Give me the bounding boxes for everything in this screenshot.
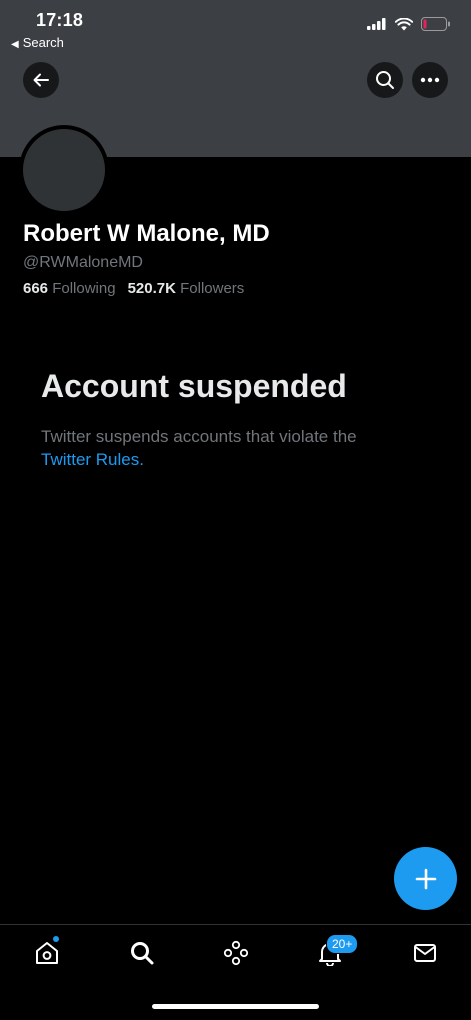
suspended-message: Twitter suspends accounts that violate t… <box>41 425 441 471</box>
wifi-icon <box>395 17 413 30</box>
search-icon <box>376 71 394 89</box>
back-button[interactable] <box>23 62 59 98</box>
compose-plus-icon <box>415 868 436 889</box>
tab-spaces[interactable] <box>221 938 251 968</box>
home-indicator <box>152 1004 319 1009</box>
profile-name: Robert W Malone, MD <box>23 220 270 247</box>
explore-search-icon <box>131 942 154 965</box>
status-icons <box>367 17 451 31</box>
compose-tweet-button[interactable] <box>394 847 457 910</box>
suspended-text: Twitter suspends accounts that violate t… <box>41 427 357 446</box>
search-button[interactable] <box>367 62 403 98</box>
tab-explore[interactable] <box>127 938 157 968</box>
tab-home[interactable] <box>32 936 62 968</box>
following-label: Following <box>52 280 116 297</box>
following-link[interactable]: 666 Following <box>23 280 116 297</box>
back-arrow-icon <box>33 73 49 87</box>
back-triangle-icon: ◀ <box>11 39 19 50</box>
profile-handle: @RWMaloneMD <box>23 254 143 271</box>
notifications-badge: 20+ <box>326 934 359 954</box>
more-icon <box>420 77 440 83</box>
avatar[interactable] <box>19 125 109 215</box>
mail-icon <box>414 944 436 962</box>
home-icon <box>36 942 58 964</box>
tab-messages[interactable] <box>410 938 440 968</box>
cellular-signal-icon <box>367 18 386 30</box>
back-to-search-label: Search <box>22 35 64 50</box>
more-options-button[interactable] <box>412 62 448 98</box>
spaces-icon <box>223 940 249 966</box>
status-time: 17:18 <box>36 10 84 30</box>
followers-link[interactable]: 520.7K Followers <box>128 280 245 297</box>
suspended-title: Account suspended <box>41 368 347 404</box>
battery-icon <box>421 17 450 31</box>
following-count: 666 <box>23 280 49 297</box>
followers-count: 520.7K <box>127 280 176 297</box>
home-new-dot <box>53 936 59 942</box>
back-to-search-link[interactable]: ◀ Search <box>11 35 64 50</box>
twitter-rules-link[interactable]: Twitter Rules. <box>41 448 144 471</box>
followers-label: Followers <box>180 280 245 297</box>
follow-stats: 666 Following 520.7K Followers <box>23 280 244 297</box>
